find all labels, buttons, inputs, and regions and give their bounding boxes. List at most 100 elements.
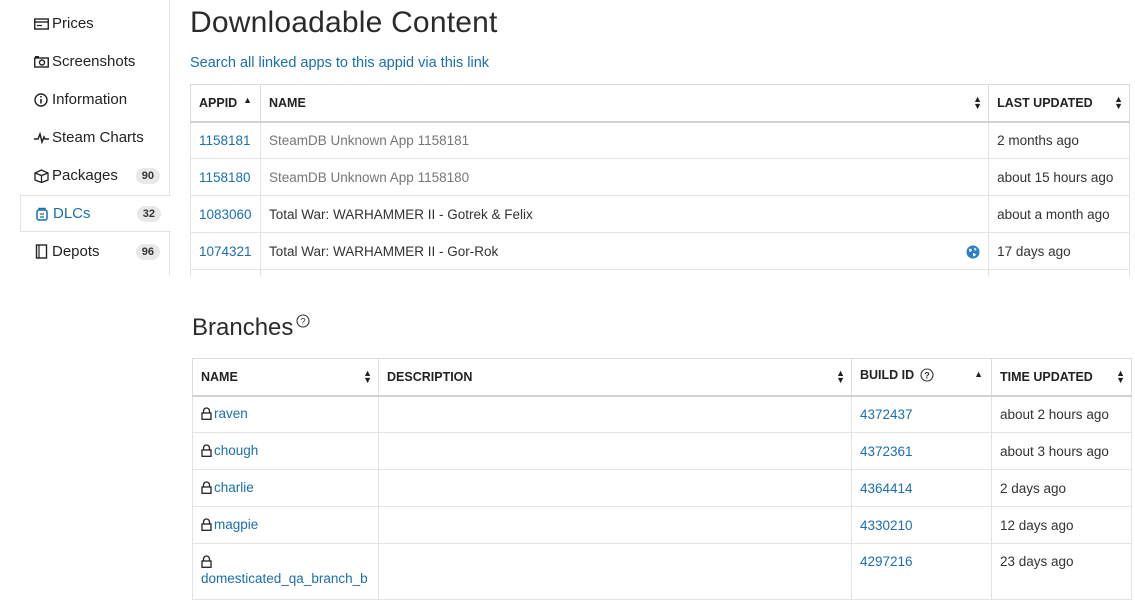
info-icon — [33, 92, 49, 108]
count-badge: 32 — [136, 205, 161, 222]
dlc-icon — [34, 206, 50, 222]
sidebar-item-label: Information — [52, 91, 128, 108]
last-updated: about a month ago — [988, 195, 1130, 233]
svg-text:?: ? — [924, 371, 930, 381]
build-id-link[interactable]: 4372361 — [860, 444, 913, 459]
column-header-name[interactable]: NAME ▲ ▼ — [192, 358, 379, 397]
column-header-label: DESCRIPTION — [387, 369, 473, 384]
time-updated: 23 days ago — [991, 543, 1132, 600]
lock-icon — [201, 443, 212, 460]
table-row: 1083060 Total War: WARHAMMER II - Gotrek… — [190, 195, 1130, 233]
app-name: Total War: WARHAMMER II - Gor-Rok — [268, 243, 499, 259]
table-row: chough 4372361 about 3 hours ago — [192, 432, 1132, 470]
branch-link[interactable]: magpie — [214, 517, 258, 532]
count-badge: 90 — [135, 167, 160, 184]
column-header-last-updated[interactable]: LAST UPDATED ▲ ▼ — [988, 84, 1130, 123]
dlc-table-container: APPID ▲ NAME ▲ ▼ LAST UPDATED ▲ ▼ 1158181 Ste… — [190, 84, 1130, 276]
price-tag-icon — [33, 16, 49, 32]
sort-ascending-icon: ▲ — [243, 95, 252, 105]
table-row: raven 4372437 about 2 hours ago — [192, 395, 1132, 433]
branch-description — [378, 395, 852, 433]
build-id-link[interactable]: 4364414 — [860, 481, 913, 496]
branch-link[interactable]: domesticated_qa_branch_b — [201, 571, 368, 586]
dlc-table: APPID ▲ NAME ▲ ▼ LAST UPDATED ▲ ▼ 1158181 Ste… — [190, 84, 1130, 276]
search-linked-apps-link[interactable]: Search all linked apps to this appid via… — [190, 55, 489, 71]
sidebar-item-label: Depots — [52, 243, 100, 260]
branch-link[interactable]: charlie — [214, 480, 254, 495]
help-icon[interactable]: ? — [920, 368, 934, 385]
appid-link[interactable]: 1074321 — [199, 244, 252, 259]
sidebar-item-prices[interactable]: Prices — [20, 5, 170, 42]
section-title-branches: Branches — [192, 314, 294, 341]
app-name-cell: Total War: WARHAMMER II - Gor-Rok — [259, 232, 990, 270]
camera-icon — [33, 54, 49, 70]
appid-link[interactable]: 1083060 — [199, 207, 252, 222]
table-row — [190, 269, 1130, 276]
sidebar-item-label: DLCs — [53, 205, 91, 222]
svg-text:?: ? — [300, 316, 305, 326]
app-name: Total War: WARHAMMER II - Gotrek & Felix — [259, 195, 990, 233]
sidebar-item-information[interactable]: Information — [20, 81, 170, 118]
sidebar-item-steam-charts[interactable]: Steam Charts — [20, 119, 170, 156]
sidebar-item-label: Steam Charts — [52, 129, 144, 146]
package-icon — [33, 168, 49, 184]
appid-link[interactable]: 1158181 — [199, 133, 251, 148]
app-name: SteamDB Unknown App 1158181 — [259, 121, 990, 159]
branch-description — [378, 506, 852, 544]
build-id-link[interactable]: 4330210 — [860, 518, 913, 533]
sort-icon: ▲ ▼ — [1116, 367, 1125, 385]
branch-description — [378, 469, 852, 507]
branch-description — [378, 432, 852, 470]
lock-icon — [201, 407, 212, 423]
sidebar-item-depots[interactable]: Depots 96 — [20, 233, 170, 270]
build-id-link[interactable]: 4297216 — [860, 554, 913, 569]
column-header-label: NAME — [268, 95, 306, 110]
sidebar-item-label: Screenshots — [52, 53, 136, 70]
globe-icon — [966, 245, 980, 262]
time-updated: about 3 hours ago — [991, 432, 1132, 470]
table-header-row: NAME ▲ ▼ DESCRIPTION ▲ ▼ BUILD ID ? ▲ TIME U… — [192, 358, 1132, 397]
column-header-name[interactable]: NAME ▲ ▼ — [259, 84, 990, 123]
sort-icon: ▲ ▼ — [836, 367, 845, 385]
count-badge: 96 — [135, 243, 160, 260]
column-header-label: LAST UPDATED — [997, 95, 1093, 110]
build-id-link[interactable]: 4372437 — [860, 407, 913, 422]
column-header-build-id[interactable]: BUILD ID ? ▲ — [851, 358, 992, 397]
table-header-row: APPID ▲ NAME ▲ ▼ LAST UPDATED ▲ ▼ — [190, 84, 1130, 123]
appid-link[interactable]: 1158180 — [199, 170, 251, 185]
column-header-appid[interactable]: APPID ▲ — [190, 84, 261, 123]
table-row: 1158180 SteamDB Unknown App 1158180 abou… — [190, 158, 1130, 196]
sidebar-item-packages[interactable]: Packages 90 — [20, 157, 170, 194]
help-icon[interactable]: ? — [296, 314, 310, 333]
last-updated: about 15 hours ago — [988, 158, 1130, 196]
sidebar-nav: Prices Screenshots Information Steam Cha… — [20, 0, 171, 275]
table-row: magpie 4330210 12 days ago — [192, 506, 1132, 544]
table-row: domesticated_qa_branch_b 4297216 23 days… — [192, 543, 1132, 600]
table-row: charlie 4364414 2 days ago — [192, 469, 1132, 507]
branch-link[interactable]: raven — [214, 406, 248, 421]
depot-icon — [33, 244, 49, 260]
sidebar-item-label: Packages — [52, 167, 118, 184]
column-header-label: TIME UPDATED — [1000, 369, 1093, 384]
time-updated: about 2 hours ago — [991, 395, 1132, 433]
column-header-label: APPID — [199, 95, 238, 110]
sidebar-item-screenshots[interactable]: Screenshots — [20, 43, 170, 80]
branch-description — [378, 543, 852, 600]
sort-icon: ▲ ▼ — [363, 367, 372, 385]
time-updated: 12 days ago — [991, 506, 1132, 544]
column-header-time-updated[interactable]: TIME UPDATED ▲ ▼ — [991, 358, 1132, 397]
table-row: 1158181 SteamDB Unknown App 1158181 2 mo… — [190, 121, 1130, 159]
sort-icon: ▲ ▼ — [1114, 93, 1123, 111]
time-updated: 2 days ago — [991, 469, 1132, 507]
sort-icon: ▲ ▼ — [973, 93, 983, 111]
page-title: Downloadable Content — [190, 6, 498, 39]
lock-icon — [201, 480, 212, 497]
branch-link[interactable]: chough — [214, 443, 258, 458]
app-name: SteamDB Unknown App 1158180 — [259, 158, 990, 196]
branches-table: NAME ▲ ▼ DESCRIPTION ▲ ▼ BUILD ID ? ▲ TIME U… — [192, 358, 1132, 600]
column-header-label: NAME — [201, 369, 238, 384]
last-updated: 2 months ago — [988, 121, 1130, 159]
sidebar-item-dlcs[interactable]: DLCs 32 — [20, 195, 171, 232]
column-header-description[interactable]: DESCRIPTION ▲ ▼ — [378, 358, 852, 397]
chart-pulse-icon — [33, 130, 49, 146]
